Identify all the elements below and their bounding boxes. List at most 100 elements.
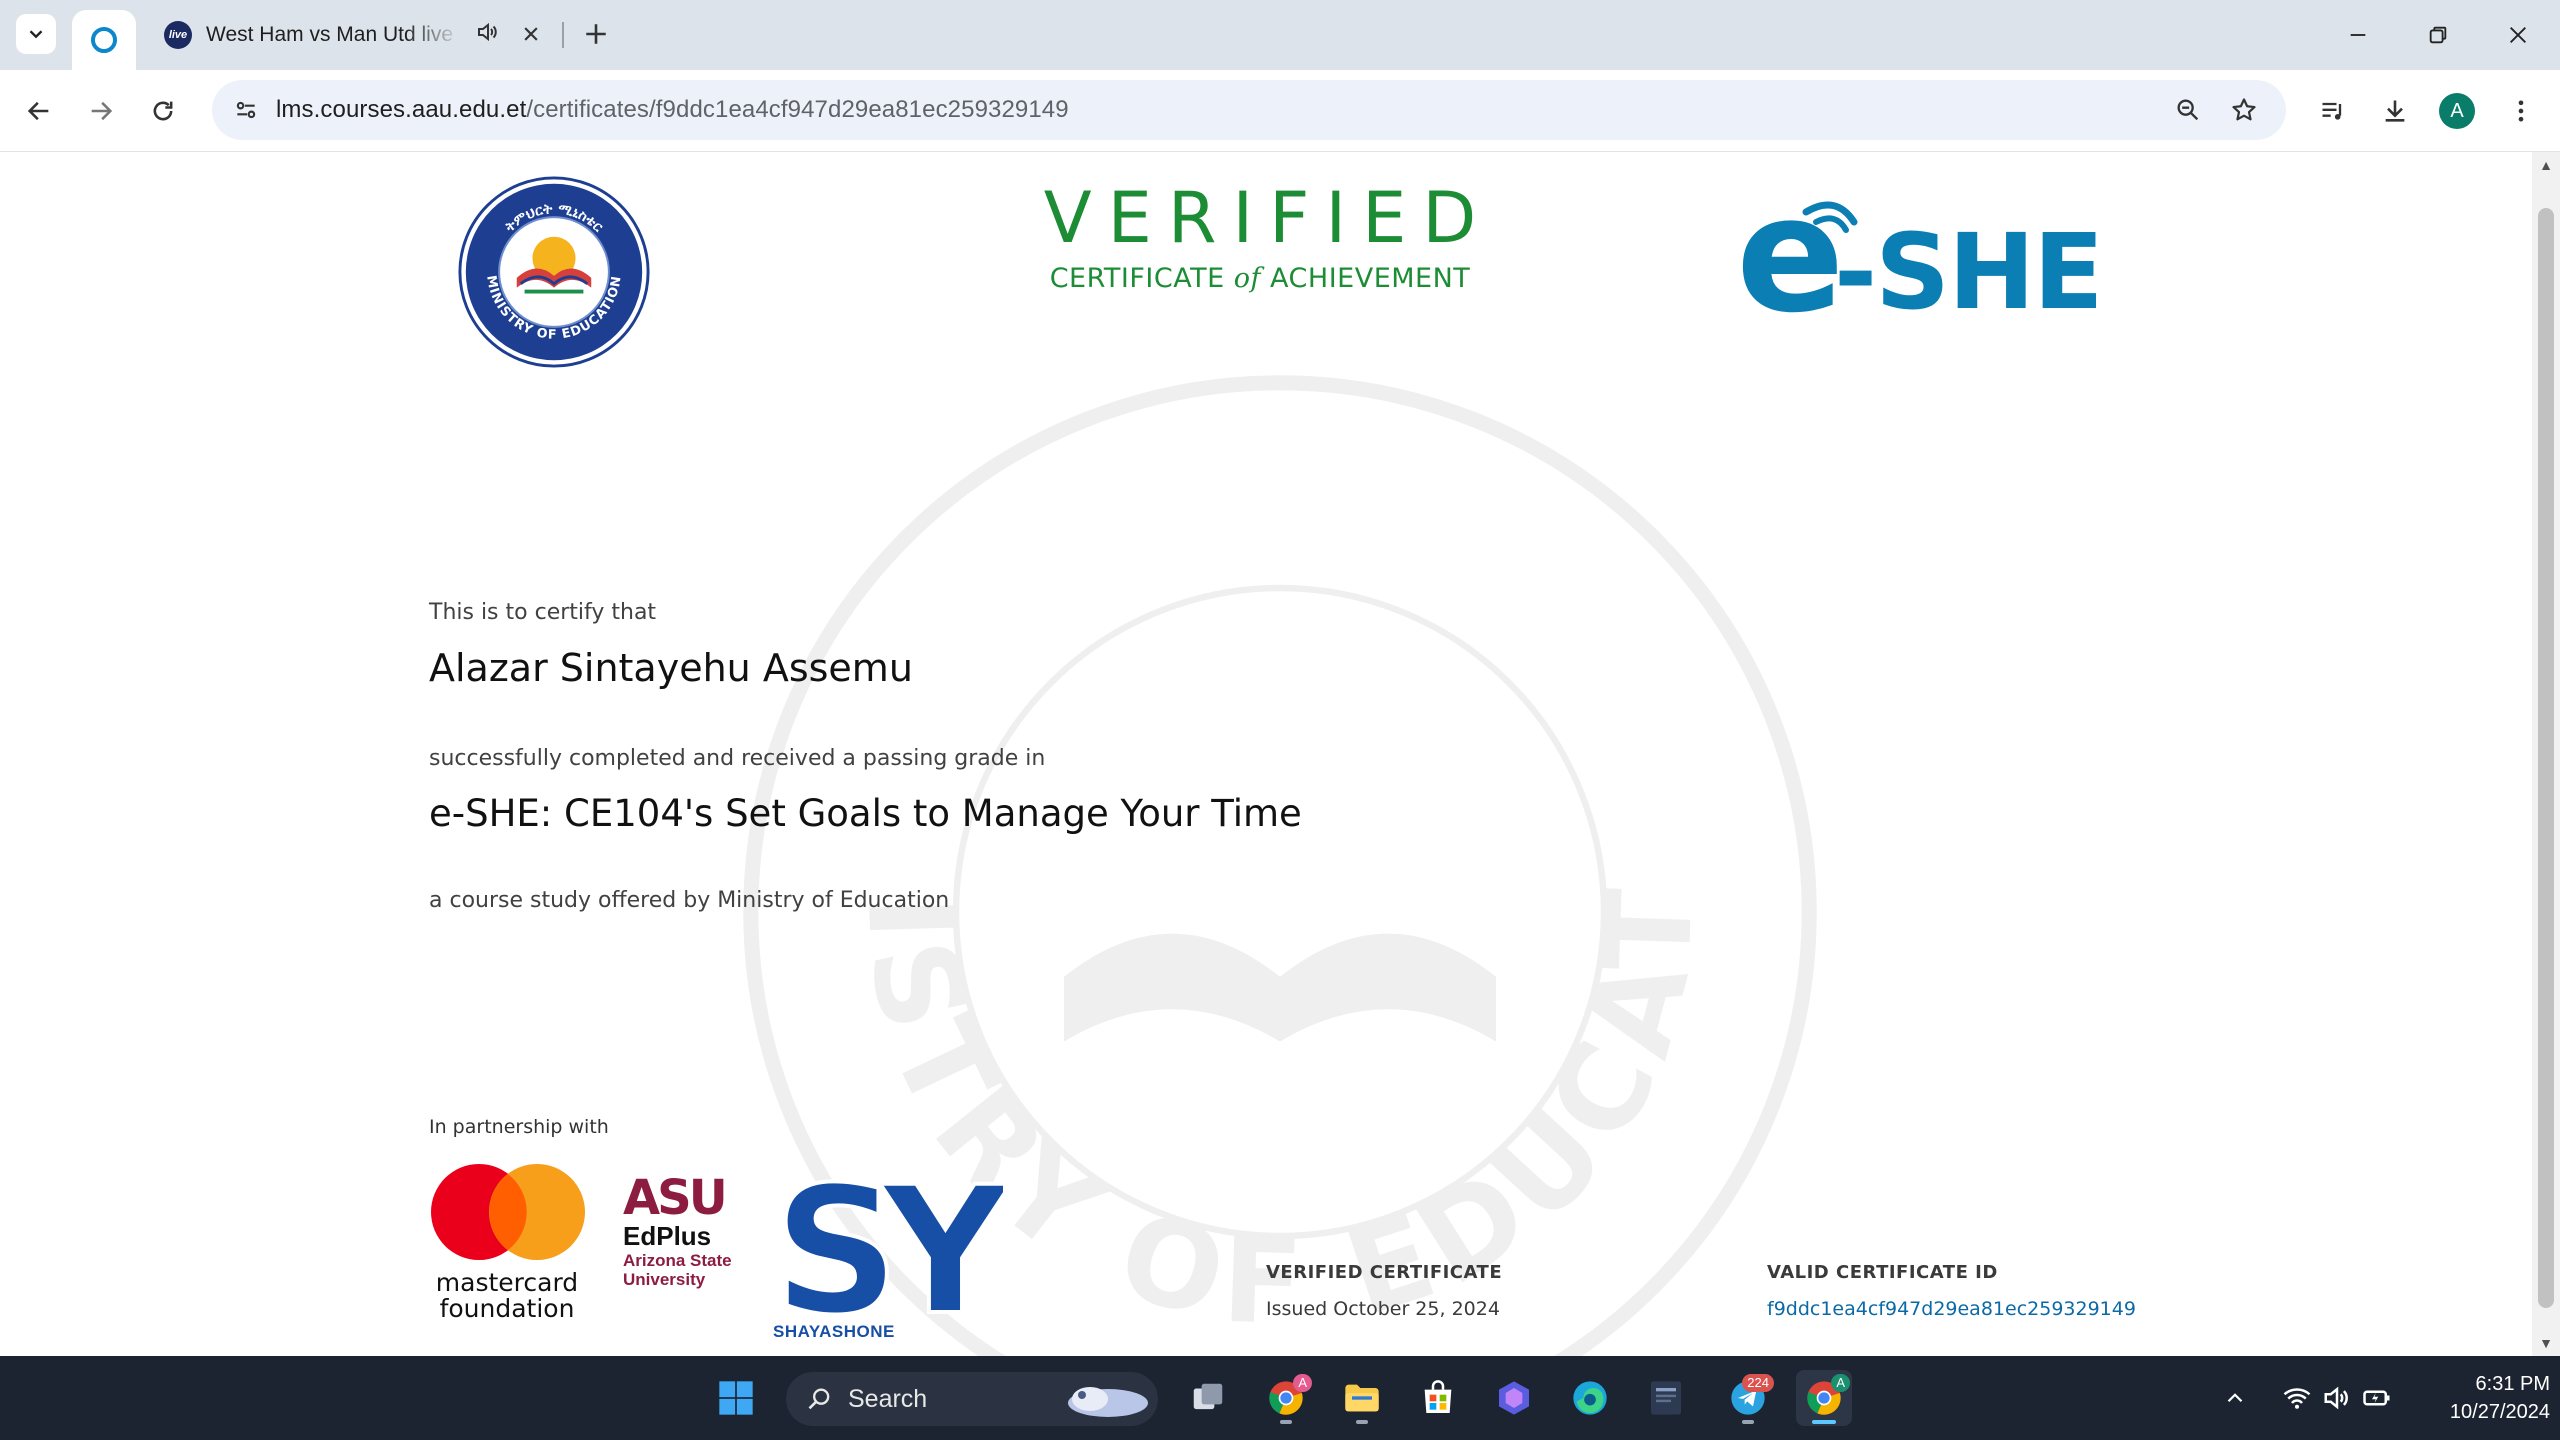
back-button[interactable] [16, 88, 62, 134]
live-favicon-icon: live [164, 21, 192, 49]
document-app-icon [1651, 1381, 1681, 1415]
windows-logo-icon [719, 1381, 753, 1415]
new-tab-button[interactable] [574, 12, 618, 56]
chrome-profile-badge: A [1293, 1374, 1312, 1392]
search-highlight-icon [1068, 1387, 1148, 1417]
speaker-icon[interactable] [475, 20, 499, 50]
media-control-icon[interactable] [2310, 88, 2356, 134]
store-icon [1424, 1380, 1452, 1413]
completion-text: successfully completed and received a pa… [429, 746, 1046, 771]
tab-loading-icon [91, 27, 117, 53]
tab-separator [562, 22, 564, 48]
eshe-e-letter: e [1736, 182, 1845, 332]
verified-certificate-label: VERIFIED CERTIFICATE [1266, 1262, 1503, 1283]
tab-westham[interactable]: live West Ham vs Man Utd live s [146, 12, 556, 58]
reload-button[interactable] [140, 88, 186, 134]
url-host: lms.courses.aau.edu.et [276, 96, 527, 123]
tab-title: West Ham vs Man Utd live s [206, 23, 461, 46]
chevron-up-icon [2227, 1393, 2243, 1403]
asu-mark: ASU [623, 1170, 728, 1226]
battery-status[interactable] [2362, 1356, 2392, 1440]
plus-icon [586, 24, 606, 44]
avatar: A [2439, 93, 2475, 129]
download-icon[interactable] [2372, 88, 2418, 134]
chevron-down-icon [29, 30, 43, 39]
site-info-icon[interactable] [226, 90, 266, 130]
system-clock[interactable]: 6:31 PM 10/27/2024 [2400, 1370, 2550, 1426]
edge-icon [1573, 1381, 1607, 1415]
course-title: e-SHE: CE104's Set Goals to Manage Your … [429, 792, 1302, 835]
browser-tab-bar: live West Ham vs Man Utd live s [0, 0, 2560, 70]
certificate-subtitle: CERTIFICATE of ACHIEVEMENT [1049, 263, 1471, 294]
partnership-label: In partnership with [429, 1116, 609, 1138]
issued-date: Issued October 25, 2024 [1266, 1298, 1500, 1320]
taskbar-document-app[interactable] [1638, 1370, 1694, 1426]
taskbar-copilot[interactable] [1486, 1370, 1542, 1426]
taskbar-file-explorer[interactable] [1334, 1370, 1390, 1426]
minimize-button[interactable] [2330, 12, 2386, 58]
certificate-id-link[interactable]: f9ddc1ea4cf947d29ea81ec259329149 [1767, 1298, 2136, 1320]
ministry-of-education-logo: MINISTRY OF EDUCATION ትምህርት ሚኒስቴር [458, 176, 650, 368]
taskbar-store[interactable] [1410, 1370, 1466, 1426]
windows-taskbar: Search A 224 A 6:31 PM 10/27/2024 [0, 1356, 2560, 1440]
browser-menu-icon[interactable] [2498, 88, 2544, 134]
profile-avatar[interactable]: A [2434, 88, 2480, 134]
wifi-icon [2283, 1388, 2311, 1409]
browser-toolbar: lms.courses.aau.edu.et/certificates/f9dd… [0, 70, 2560, 152]
zoom-icon[interactable] [2168, 90, 2208, 130]
page-scrollbar[interactable]: ▲ ▼ [2532, 152, 2560, 1356]
reload-icon [153, 101, 173, 121]
partner-logos: mastercard foundation ASU EdPlus Arizona … [429, 1162, 1049, 1342]
taskbar-chrome-active[interactable]: A [1796, 1370, 1852, 1426]
tab-active[interactable] [72, 10, 136, 70]
address-bar[interactable]: lms.courses.aau.edu.et/certificates/f9dd… [212, 80, 2286, 140]
offered-by-text: a course study offered by Ministry of Ed… [429, 888, 950, 913]
clock-date: 10/27/2024 [2449, 1401, 2550, 1423]
close-tab-icon[interactable] [521, 20, 541, 51]
copilot-icon [1499, 1381, 1529, 1415]
volume-icon [2324, 1386, 2348, 1410]
verified-header: VERIFIED CERTIFICATE of ACHIEVEMENT [1000, 180, 1520, 295]
show-hidden-icons-button[interactable] [2222, 1356, 2248, 1440]
taskbar-search[interactable]: Search [786, 1372, 1158, 1426]
shayashone-label: SHAYASHONE [773, 1322, 895, 1341]
start-button[interactable] [708, 1370, 764, 1426]
shayashone-logo: SYS [773, 1162, 1003, 1332]
search-placeholder: Search [848, 1384, 928, 1413]
restore-button[interactable] [2410, 12, 2466, 58]
close-icon [2510, 27, 2526, 43]
certificate-page: MINISTRY OF EDUCATION MINISTRY OF EDUCAT… [0, 152, 2532, 1356]
scroll-down-arrow-icon[interactable]: ▼ [2532, 1330, 2560, 1356]
taskbar-chrome-profile[interactable]: A [1258, 1370, 1314, 1426]
eshe-logo: e -SHE [1736, 182, 2096, 332]
mastercard-foundation-text: mastercard foundation [435, 1268, 579, 1324]
certify-intro: This is to certify that [429, 600, 657, 625]
forward-button[interactable] [78, 88, 124, 134]
active-indicator [1812, 1420, 1836, 1424]
taskbar-telegram[interactable]: 224 [1720, 1370, 1776, 1426]
scroll-up-arrow-icon[interactable]: ▲ [2532, 152, 2560, 178]
taskbar-edge[interactable] [1562, 1370, 1618, 1426]
scroll-thumb[interactable] [2538, 208, 2554, 1308]
restore-icon [2429, 26, 2447, 44]
running-indicator [1356, 1420, 1368, 1424]
arrow-left-icon [27, 101, 49, 121]
wifi-status[interactable] [2282, 1356, 2312, 1440]
telegram-unread-badge: 224 [1742, 1374, 1774, 1392]
volume-status[interactable] [2322, 1356, 2352, 1440]
url-text[interactable]: lms.courses.aau.edu.et/certificates/f9dd… [276, 96, 1069, 124]
battery-charging-icon [2363, 1390, 2390, 1406]
arrow-right-icon [91, 101, 113, 121]
folder-icon [1345, 1384, 1379, 1412]
tab-search-button[interactable] [16, 14, 56, 54]
task-view-button[interactable] [1180, 1370, 1236, 1426]
mastercard-logo [431, 1164, 585, 1260]
close-window-button[interactable] [2490, 12, 2546, 58]
recipient-name: Alazar Sintayehu Assemu [429, 646, 913, 690]
asu-name-line1: Arizona State [623, 1250, 732, 1270]
bookmark-star-icon[interactable] [2224, 90, 2264, 130]
asu-name-line2: University [623, 1269, 706, 1289]
task-view-icon [1193, 1383, 1223, 1410]
asu-edplus-text: EdPlus [623, 1221, 712, 1251]
search-icon [808, 1388, 830, 1410]
